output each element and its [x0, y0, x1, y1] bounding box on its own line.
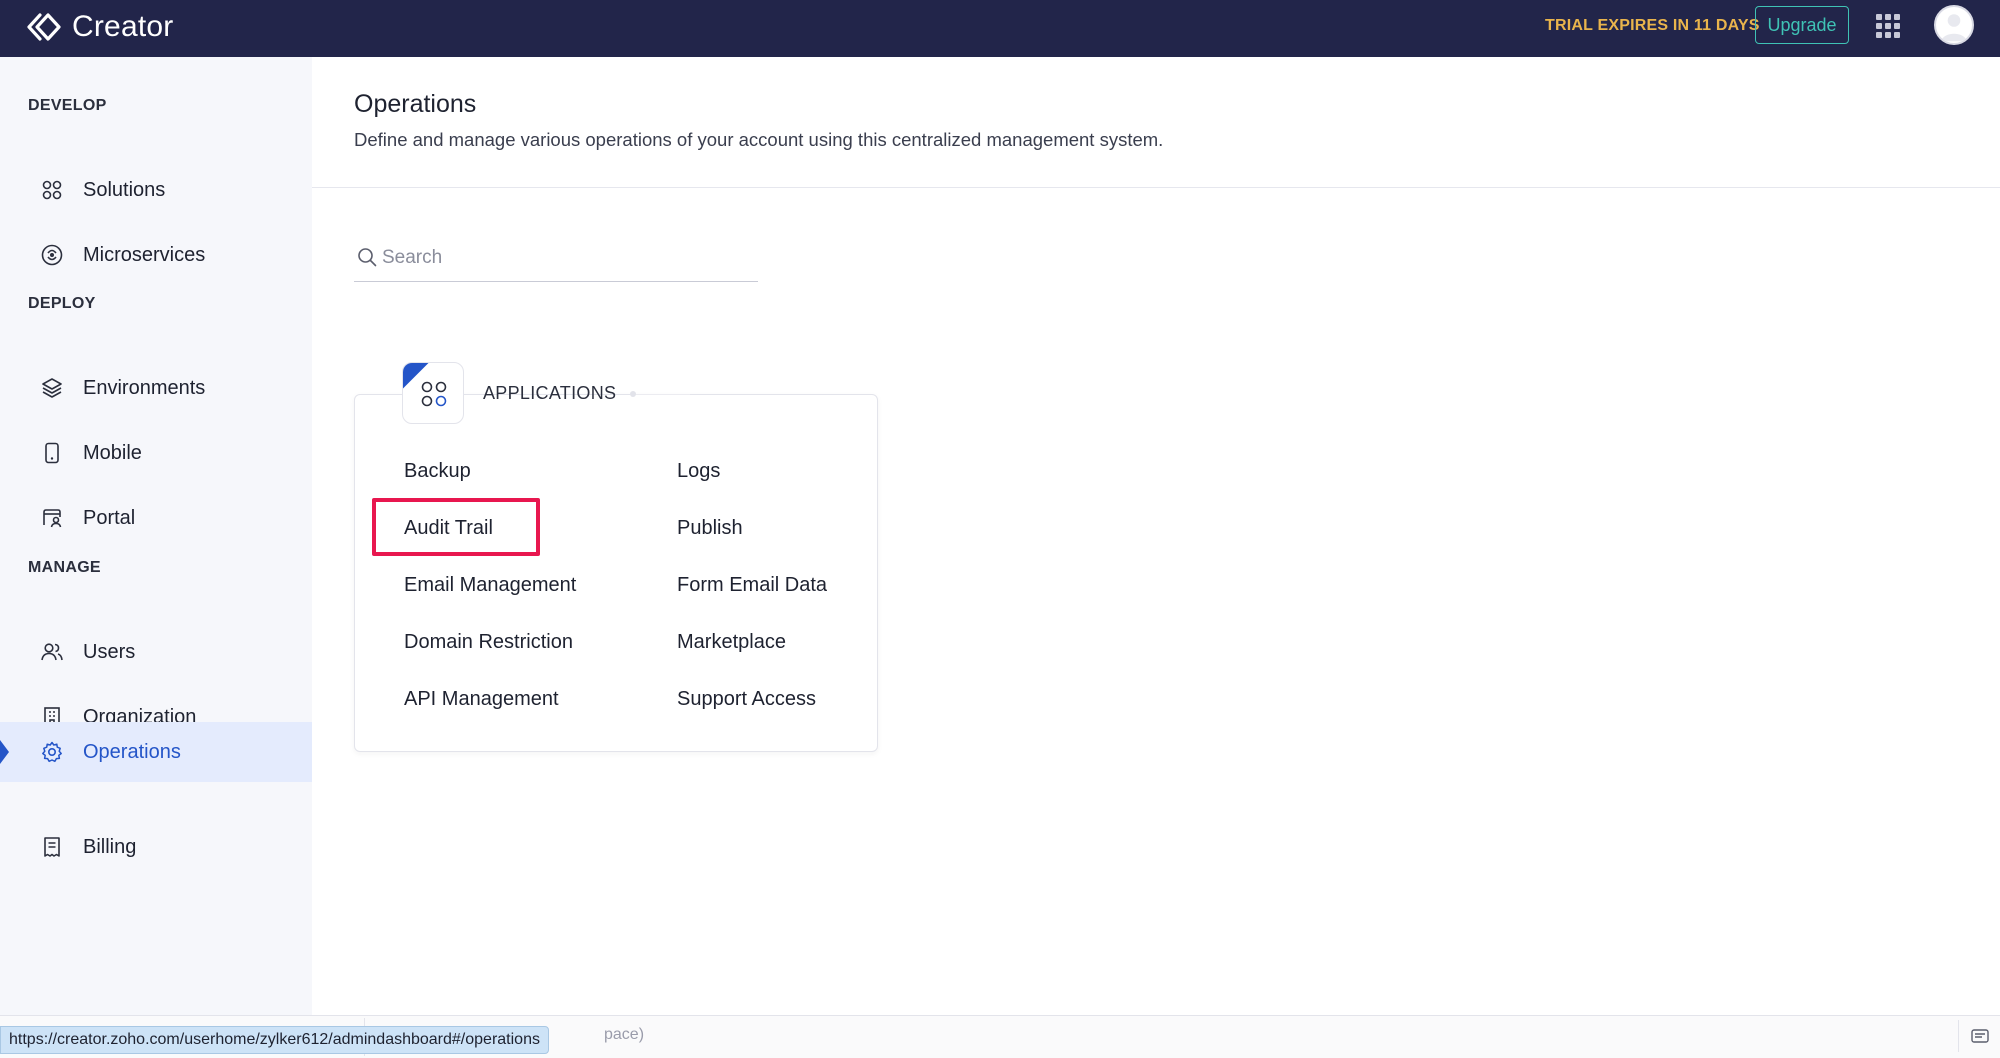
card-heading: APPLICATIONS	[483, 383, 617, 403]
sidebar-item-label: Environments	[83, 376, 206, 399]
sidebar-item-environments[interactable]: Environments	[0, 358, 312, 418]
trial-expiry-text: TRIAL EXPIRES IN 11 DAYS	[1545, 17, 1760, 34]
sidebar-item-operations[interactable]: Operations	[0, 722, 312, 782]
sidebar-item-mobile[interactable]: Mobile	[0, 423, 312, 483]
active-indicator	[0, 740, 9, 764]
link-publish[interactable]: Publish	[677, 517, 743, 540]
sidebar-item-billing[interactable]: Billing	[0, 817, 312, 877]
link-domain-restriction[interactable]: Domain Restriction	[404, 631, 573, 654]
sidebar-item-label: Microservices	[83, 243, 206, 266]
section-deploy: DEPLOY	[28, 295, 96, 312]
portal-icon	[40, 506, 64, 530]
sidebar-item-microservices[interactable]: Microservices	[0, 225, 312, 285]
users-icon	[40, 640, 64, 664]
solutions-icon	[40, 178, 64, 202]
layers-icon	[40, 376, 64, 400]
sidebar-item-label: Billing	[83, 835, 137, 858]
applications-icon	[402, 362, 464, 424]
sidebar-item-label: Users	[83, 640, 136, 663]
section-manage: MANAGE	[28, 559, 101, 576]
link-email-management[interactable]: Email Management	[404, 574, 576, 597]
sidebar-item-users[interactable]: Users	[0, 622, 312, 682]
heading-dot	[630, 391, 636, 397]
link-form-email-data[interactable]: Form Email Data	[677, 574, 827, 597]
sidebar-item-label: Portal	[83, 506, 136, 529]
section-develop: DEVELOP	[28, 97, 107, 114]
sidebar-item-label: Operations	[83, 740, 181, 763]
creator-logo[interactable]: Creator	[26, 9, 173, 45]
url-status-tooltip: https://creator.zoho.com/userhome/zylker…	[0, 1026, 549, 1054]
avatar-icon	[1941, 14, 1967, 42]
mobile-icon	[40, 441, 64, 465]
apps-grid-icon[interactable]	[1876, 14, 1900, 38]
heading-line	[630, 394, 690, 395]
header-divider	[312, 187, 2000, 188]
sidebar-item-portal[interactable]: Portal	[0, 488, 312, 548]
upgrade-button[interactable]: Upgrade	[1755, 6, 1849, 44]
link-marketplace[interactable]: Marketplace	[677, 631, 786, 654]
search-input[interactable]	[382, 242, 752, 274]
sidebar-item-solutions[interactable]: Solutions	[0, 160, 312, 220]
chat-icon[interactable]	[1958, 1020, 2000, 1052]
top-bar: Creator TRIAL EXPIRES IN 11 DAYS Upgrade	[0, 0, 2000, 57]
page-subtitle: Define and manage various operations of …	[354, 129, 1164, 150]
link-logs[interactable]: Logs	[677, 460, 720, 483]
creator-logo-icon	[27, 13, 61, 41]
app-name: Creator	[72, 10, 174, 43]
page-title: Operations	[354, 90, 477, 118]
status-hint-text: pace)	[604, 1026, 645, 1043]
search-icon	[358, 248, 377, 267]
search-box[interactable]	[354, 240, 758, 282]
gear-icon	[40, 740, 64, 764]
link-support-access[interactable]: Support Access	[677, 688, 816, 711]
sidebar: DEVELOP Solutions Microservices DEPLOY E…	[0, 57, 312, 1017]
link-backup[interactable]: Backup	[404, 460, 471, 483]
link-api-management[interactable]: API Management	[404, 688, 559, 711]
sidebar-item-label: Solutions	[83, 178, 166, 201]
receipt-icon	[40, 835, 64, 859]
sidebar-item-label: Mobile	[83, 441, 142, 464]
user-avatar[interactable]	[1934, 5, 1974, 45]
microservices-icon	[40, 243, 64, 267]
audit-trail-highlight	[372, 498, 540, 556]
